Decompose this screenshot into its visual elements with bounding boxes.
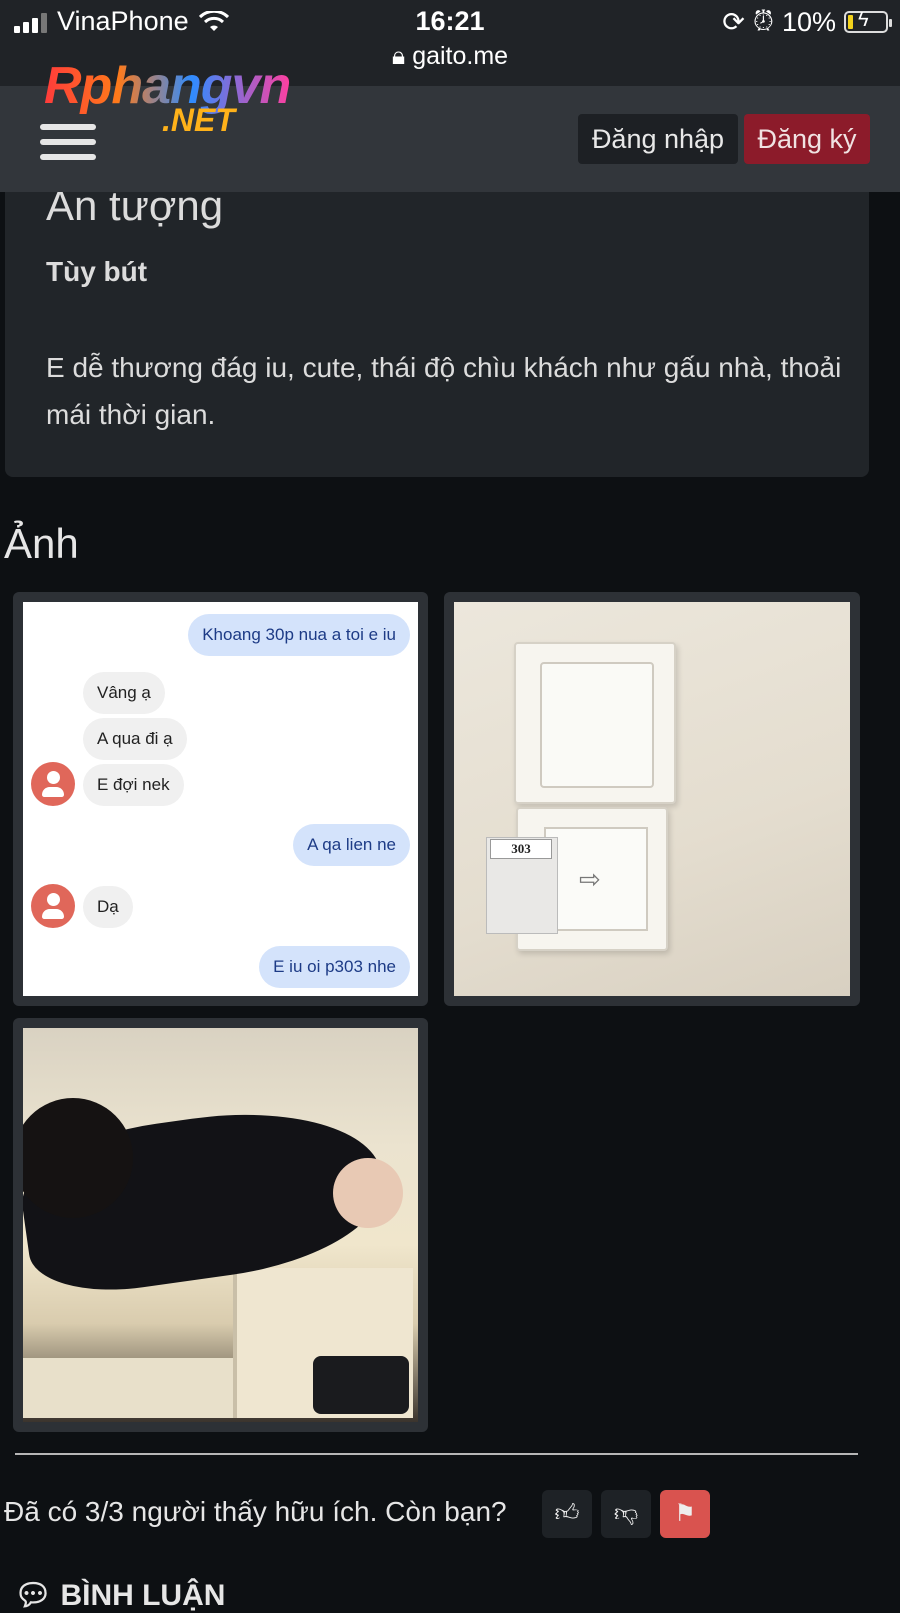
- report-button[interactable]: ⚑: [660, 1490, 710, 1538]
- section-divider: [15, 1453, 858, 1455]
- review-category: Tùy bút: [46, 256, 148, 287]
- register-button[interactable]: Đăng ký: [744, 114, 870, 164]
- thumbs-down-icon: 👎︎: [613, 1500, 639, 1527]
- logo-sub-text: .NET: [162, 102, 235, 138]
- photo-chat-screenshot[interactable]: Khoang 30p nua a toi e iu Vâng ạ A qua đ…: [13, 592, 428, 1006]
- room-image: [23, 1028, 418, 1422]
- login-button[interactable]: Đăng nhập: [578, 114, 738, 164]
- flag-icon: ⚑: [674, 1500, 696, 1527]
- battery-icon: ϟ: [844, 9, 892, 33]
- chat-bubble-in: A qua đi ạ: [83, 718, 187, 760]
- photo-keycard-switch[interactable]: ⇨ 303: [444, 592, 860, 1006]
- url-text: gaito.me: [412, 42, 509, 70]
- photo-room[interactable]: [13, 1018, 428, 1432]
- comments-title-text: BÌNH LUẬN: [60, 1579, 226, 1612]
- dislike-button[interactable]: 👎︎: [601, 1490, 651, 1538]
- alarm-icon: ⏰︎: [752, 6, 774, 36]
- chat-bubble-out: E iu oi p303 nhe: [259, 946, 410, 988]
- light-switch-rocker: [540, 662, 654, 788]
- site-header: Rphangvn .NET Đăng nhập Đăng ký: [0, 57, 900, 192]
- lock-icon: 🔒︎: [391, 42, 406, 70]
- battery-percent: 10%: [781, 6, 836, 37]
- room-number-label: 303: [490, 839, 552, 859]
- review-card: Ấn tượng Tùy bút E dễ thương đág iu, cut…: [5, 150, 869, 477]
- thumbs-up-icon: 👍︎: [554, 1500, 580, 1527]
- chat-screenshot: Khoang 30p nua a toi e iu Vâng ạ A qua đ…: [23, 602, 418, 996]
- chat-bubble-out: A qa lien ne: [293, 824, 410, 866]
- comments-title: 💬︎ BÌNH LUẬN: [14, 1578, 225, 1613]
- chat-bubble-in: Vâng ạ: [83, 672, 165, 714]
- review-text: E dễ thương đág iu, cute, thái độ chìu k…: [46, 352, 842, 430]
- chat-bubble-in: E đợi nek: [83, 764, 184, 806]
- comment-icon: 💬︎: [14, 1579, 53, 1612]
- person-leg: [333, 1158, 403, 1228]
- contact-avatar: [31, 762, 75, 806]
- room-bag: [313, 1356, 409, 1414]
- keycard-switch-image: ⇨ 303: [454, 602, 850, 996]
- photos-section-title: Ảnh: [4, 520, 79, 567]
- site-logo[interactable]: Rphangvn .NET: [44, 56, 324, 146]
- chat-bubble-out: Khoang 30p nua a toi e iu: [188, 614, 410, 656]
- light-switch-plate: [514, 642, 676, 804]
- helpful-text: Đã có 3/3 người thấy hữu ích. Còn bạn?: [4, 1496, 507, 1527]
- room-shelf: [23, 1358, 233, 1418]
- contact-avatar: [31, 884, 75, 928]
- like-button[interactable]: 👍︎: [542, 1490, 592, 1538]
- chat-bubble-in: Dạ: [83, 886, 133, 928]
- status-right: ⟳ ⏰︎ 10% ϟ: [722, 6, 892, 38]
- rotation-lock-icon: ⟳: [722, 6, 745, 37]
- arrow-right-icon: ⇨: [579, 864, 601, 894]
